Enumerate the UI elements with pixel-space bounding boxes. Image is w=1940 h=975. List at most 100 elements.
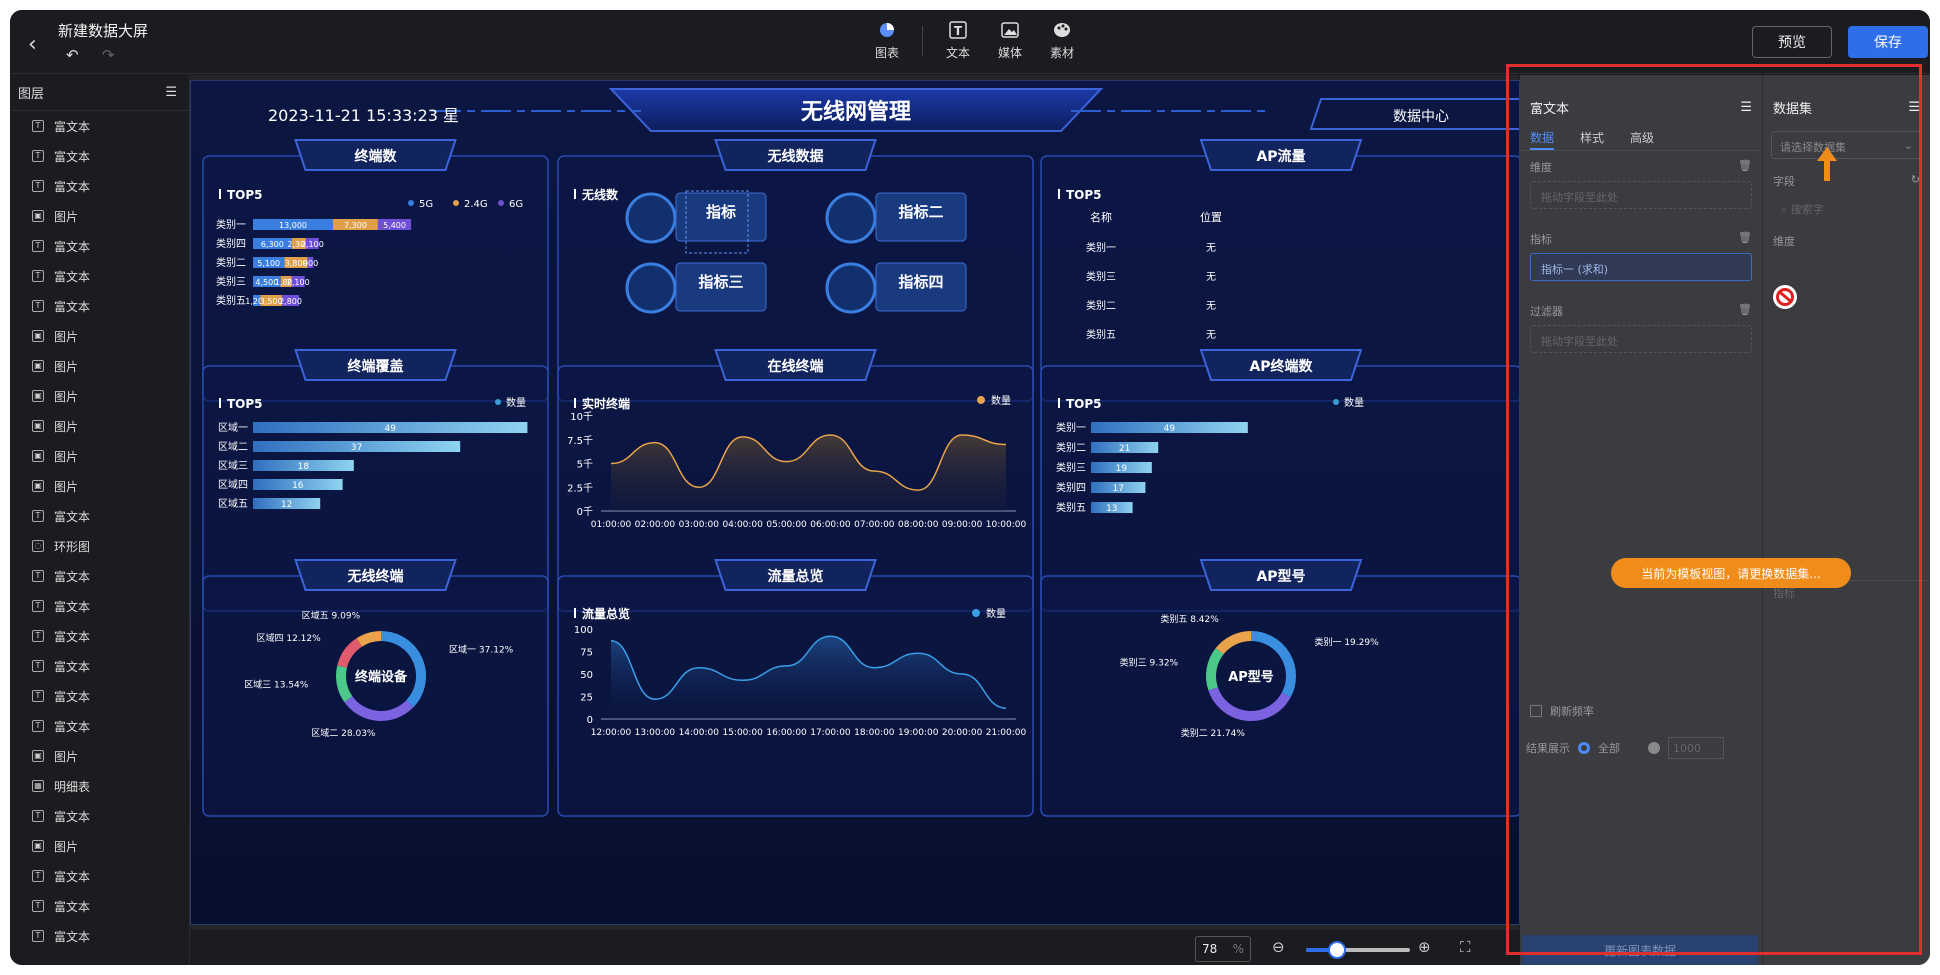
tool-media[interactable]: 媒体	[993, 20, 1027, 61]
tab-data[interactable]: 数据	[1530, 125, 1555, 150]
zoom-slider-knob[interactable]	[1328, 941, 1346, 959]
trash-icon[interactable]: 🗑	[1738, 231, 1752, 247]
x-tick-label: 02:00:00	[635, 520, 676, 530]
layer-item[interactable]: T 富文本	[10, 501, 189, 531]
zoom-input[interactable]: 78%	[1195, 936, 1251, 962]
dataset-panel: 数据集 ☰ 请选择数据集 ⌄ 字段 ↻ ⌕ 搜索字 维度 指标	[1762, 75, 1930, 965]
layer-item[interactable]: T 富文本	[10, 681, 189, 711]
tool-chart[interactable]: 图表	[870, 20, 904, 61]
trash-icon[interactable]: 🗑	[1738, 159, 1752, 175]
layer-item[interactable]: ▦ 明细表	[10, 771, 189, 801]
layer-item[interactable]: ◌ 环形图	[10, 531, 189, 561]
tab-advanced[interactable]: 高级	[1630, 125, 1654, 150]
layer-label: 富文本	[54, 569, 91, 584]
trash-icon[interactable]: 🗑	[1738, 303, 1752, 319]
layer-item[interactable]: ▣ 图片	[10, 471, 189, 501]
screen-title[interactable]: 新建数据大屏	[58, 20, 148, 41]
refresh-icon[interactable]: ↻	[1911, 173, 1920, 189]
layer-item[interactable]: T 富文本	[10, 561, 189, 591]
x-tick-label: 16:00:00	[766, 728, 807, 738]
undo-icon[interactable]: ↶	[66, 46, 79, 64]
layer-label: 富文本	[54, 269, 91, 284]
layer-item[interactable]: ▣ 图片	[10, 351, 189, 381]
metric-field[interactable]: 指标一 (求和)	[1530, 253, 1752, 281]
filter-dropzone[interactable]: 拖动字段至此处	[1530, 325, 1752, 353]
y-tick-label: 25	[580, 693, 593, 704]
fit-screen-icon[interactable]: ⛶	[1460, 938, 1471, 956]
layer-item[interactable]: T 富文本	[10, 291, 189, 321]
field-search-input[interactable]: ⌕ 搜索字	[1771, 197, 1922, 221]
update-chart-button[interactable]: 更新图表数据	[1522, 935, 1758, 965]
layer-item[interactable]: T 富文本	[10, 141, 189, 171]
layer-item[interactable]: T 富文本	[10, 891, 189, 921]
legend-label: 数量	[991, 394, 1011, 407]
menu-icon[interactable]: ☰	[1740, 100, 1752, 115]
layer-item[interactable]: T 富文本	[10, 171, 189, 201]
layer-label: 图片	[54, 419, 79, 434]
layer-item[interactable]: T 富文本	[10, 231, 189, 261]
image-layer-icon: ▣	[32, 450, 44, 462]
layer-list: T 富文本 T 富文本 T 富文本 ▣ 图片 T 富文本 T 富文本 T 富文本 ▣ 图片 ▣ 图片 ▣ 图片 ▣ 图片 ▣…	[10, 111, 189, 951]
top-toolbar: ‹ 新建数据大屏 ↶ ↷ 图表 T 文本 媒体 素材 预览 保存	[10, 10, 1930, 74]
x-tick-label: 13:00:00	[635, 728, 676, 738]
zoom-in-icon[interactable]: ⊕	[1418, 938, 1431, 956]
legend-dot	[498, 200, 504, 206]
layer-item[interactable]: ▣ 图片	[10, 201, 189, 231]
layer-item[interactable]: T 富文本	[10, 861, 189, 891]
zoom-out-icon[interactable]: ⊖	[1272, 938, 1285, 956]
result-limit-input[interactable]: 1000	[1668, 737, 1724, 759]
layer-item[interactable]: ▣ 图片	[10, 321, 189, 351]
result-limit-radio[interactable]	[1648, 742, 1660, 754]
preview-button[interactable]: 预览	[1752, 26, 1832, 58]
layer-item[interactable]: T 富文本	[10, 261, 189, 291]
redo-icon[interactable]: ↷	[102, 46, 115, 64]
layer-item[interactable]: T 富文本	[10, 921, 189, 951]
save-button[interactable]: 保存	[1848, 26, 1928, 58]
back-arrow-icon[interactable]: ‹	[28, 32, 37, 57]
layer-label: 富文本	[54, 899, 91, 914]
zoom-slider[interactable]	[1306, 941, 1410, 959]
field-section: 字段 ↻	[1763, 165, 1930, 193]
dimension-dropzone[interactable]: 拖动字段至此处	[1530, 181, 1752, 209]
bar-value-label: 13	[1106, 504, 1117, 514]
menu-icon[interactable]: ☰	[1908, 100, 1920, 115]
dataset-select[interactable]: 请选择数据集 ⌄	[1771, 131, 1922, 159]
slice-label: 类别五 8.42%	[1160, 613, 1219, 625]
menu-icon[interactable]: ☰	[165, 85, 177, 100]
result-all-radio[interactable]	[1578, 742, 1590, 754]
x-tick-label: 03:00:00	[679, 520, 720, 530]
tool-text[interactable]: T 文本	[941, 20, 975, 61]
tab-style[interactable]: 样式	[1580, 125, 1604, 150]
layer-item[interactable]: ▣ 图片	[10, 831, 189, 861]
y-tick-label: 10千	[570, 411, 593, 423]
refresh-checkbox[interactable]	[1530, 705, 1542, 717]
layer-item[interactable]: ▣ 图片	[10, 381, 189, 411]
donut-center-label: AP型号	[1228, 669, 1274, 685]
x-tick-label: 09:00:00	[942, 520, 983, 530]
dashboard-canvas[interactable]: 无线网管理 2023-11-21 15:33:23 星 数据中心 终端数 无线数据…	[190, 80, 1520, 925]
dashboard-title: 无线网管理	[801, 99, 911, 125]
layer-item[interactable]: ▣ 图片	[10, 741, 189, 771]
layer-item[interactable]: T 富文本	[10, 711, 189, 741]
search-icon: ⌕	[1781, 203, 1791, 216]
layer-label: 富文本	[54, 509, 91, 524]
layer-item[interactable]: ▣ 图片	[10, 411, 189, 441]
y-tick-label: 5千	[577, 459, 593, 471]
text-layer-icon: T	[32, 240, 44, 252]
ds-dimension-label: 维度	[1773, 235, 1795, 248]
tool-material[interactable]: 素材	[1045, 20, 1079, 61]
category-label: 类别五	[1056, 501, 1086, 514]
layer-item[interactable]: ▣ 图片	[10, 441, 189, 471]
dataset-title: 数据集	[1773, 101, 1813, 117]
layer-item[interactable]: T 富文本	[10, 801, 189, 831]
text-layer-icon: T	[32, 600, 44, 612]
layer-item[interactable]: T 富文本	[10, 591, 189, 621]
layer-item[interactable]: T 富文本	[10, 621, 189, 651]
filter-label: 过滤器	[1530, 305, 1563, 318]
property-title: 富文本	[1530, 101, 1570, 117]
image-layer-icon: ▣	[32, 330, 44, 342]
layer-item[interactable]: T 富文本	[10, 651, 189, 681]
filter-section: 过滤器 🗑	[1520, 295, 1762, 323]
layer-label: 富文本	[54, 869, 91, 884]
layer-item[interactable]: T 富文本	[10, 111, 189, 141]
